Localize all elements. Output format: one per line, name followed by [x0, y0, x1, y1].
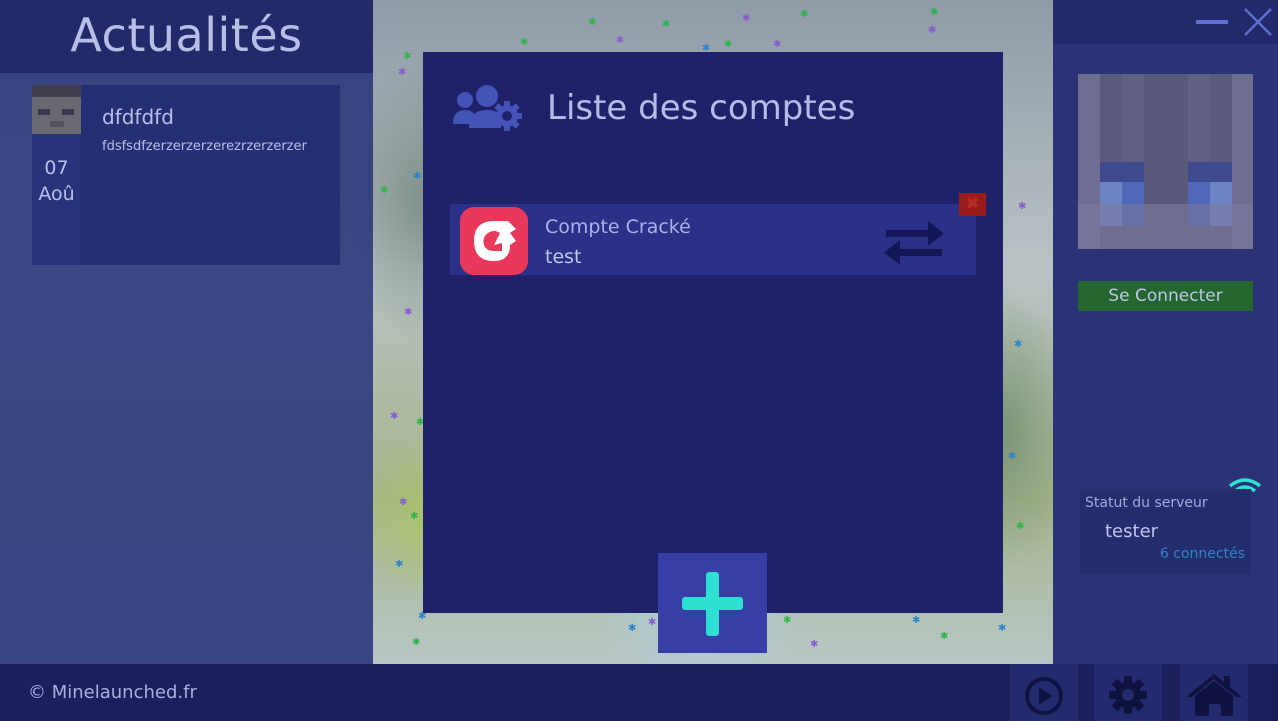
users-gear-icon: [453, 85, 522, 131]
player-skin-avatar: [1078, 74, 1253, 249]
copyright-text: © Minelaunched.fr: [28, 682, 197, 703]
server-name: tester: [1105, 521, 1159, 542]
gear-icon: [1109, 676, 1147, 714]
settings-button[interactable]: [1094, 664, 1162, 721]
switch-account-icon[interactable]: [882, 218, 946, 268]
account-row[interactable]: Compte Cracké test: [450, 204, 976, 275]
connect-button[interactable]: Se Connecter: [1078, 281, 1253, 311]
news-day: 07: [44, 157, 69, 179]
add-account-button[interactable]: [658, 553, 767, 653]
cracked-account-icon: [474, 221, 516, 261]
home-button[interactable]: [1180, 664, 1248, 721]
news-date-column: 07 Aoû: [32, 85, 81, 265]
account-username: test: [545, 246, 582, 268]
server-player-count: 6 connectés: [1159, 546, 1245, 562]
home-icon: [1186, 674, 1242, 716]
plus-icon: [682, 572, 743, 636]
minimize-icon[interactable]: [1196, 20, 1228, 24]
play-button[interactable]: [1010, 664, 1078, 721]
news-item-body: fdsfsdfzerzerzerzerezrzerzerzer: [102, 139, 307, 154]
news-card[interactable]: 07 Aoû dfdfdfd fdsfsdfzerzerzerzerezrzer…: [32, 85, 340, 265]
play-icon: [1025, 677, 1063, 715]
close-icon[interactable]: [1242, 6, 1274, 38]
news-author-avatar: [32, 85, 81, 134]
news-month: Aoû: [38, 183, 75, 205]
delete-account-button[interactable]: ✖: [959, 193, 986, 216]
account-type-logo: [460, 207, 528, 275]
server-status-label: Statut du serveur: [1085, 495, 1208, 511]
accounts-panel: Liste des comptes Compte Cracké test: [423, 52, 1003, 613]
news-header: Actualités: [0, 0, 373, 73]
server-status: Statut du serveur tester 6 connectés: [1080, 489, 1251, 574]
news-title: Actualités: [70, 7, 303, 62]
accounts-title: Liste des comptes: [547, 88, 856, 128]
news-item-title: dfdfdfd: [102, 105, 174, 129]
account-type: Compte Cracké: [545, 216, 691, 238]
